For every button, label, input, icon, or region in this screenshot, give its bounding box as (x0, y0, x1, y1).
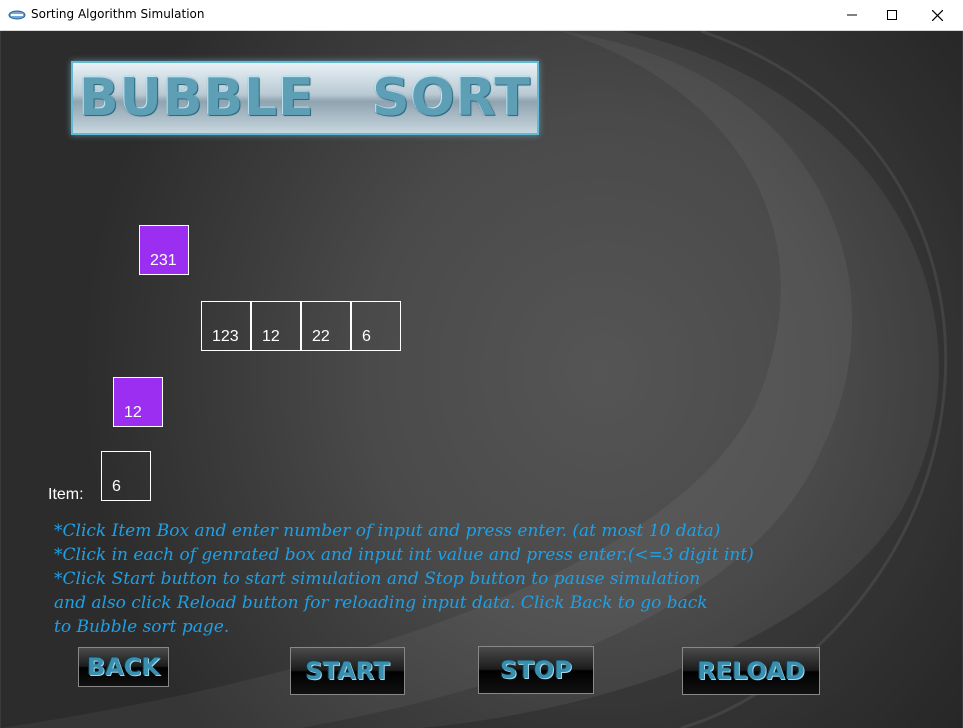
moving-cell-top-value: 231 (150, 252, 177, 269)
back-button[interactable]: BACK (78, 647, 169, 687)
moving-cell-bottom: 12 (113, 377, 163, 427)
instruction-line: *Click in each of genrated box and input… (54, 545, 754, 565)
instructions-text: *Click Item Box and enter number of inpu… (54, 519, 959, 639)
minimize-icon (847, 14, 857, 16)
close-icon (931, 9, 943, 21)
instruction-line: and also click Reload button for reloadi… (54, 593, 708, 613)
banner-title: BUBBLE SORT (79, 68, 531, 128)
array-cell[interactable]: 22 (301, 301, 351, 351)
item-count-value: 6 (112, 478, 121, 495)
item-label: Item: (48, 486, 84, 503)
window-title: Sorting Algorithm Simulation (31, 7, 205, 21)
app-icon (8, 10, 26, 20)
client-area: BUBBLE SORT 231 123 12 22 6 12 Item: 6 *… (1, 31, 962, 728)
array-cell[interactable]: 12 (251, 301, 301, 351)
moving-cell-top: 231 (139, 225, 189, 275)
array-cell-value: 12 (262, 328, 280, 345)
array-cell[interactable]: 6 (351, 301, 401, 351)
maximize-icon (887, 10, 897, 20)
stop-button[interactable]: STOP (478, 646, 594, 694)
instruction-line: to Bubble sort page. (54, 617, 230, 637)
array-cell[interactable]: 123 (201, 301, 251, 351)
instruction-line: *Click Start button to start simulation … (54, 569, 701, 589)
reload-button[interactable]: RELOAD (682, 647, 820, 695)
moving-cell-bottom-value: 12 (124, 404, 142, 421)
start-button[interactable]: START (290, 647, 405, 695)
item-count-input[interactable]: 6 (101, 451, 151, 501)
instruction-line: *Click Item Box and enter number of inpu… (54, 521, 721, 541)
window-title-bar: Sorting Algorithm Simulation (0, 0, 963, 31)
bubble-sort-banner: BUBBLE SORT (71, 61, 539, 135)
array-cell-value: 123 (212, 328, 239, 345)
close-button[interactable] (914, 0, 960, 30)
array-cell-value: 6 (362, 328, 371, 345)
array-cell-value: 22 (312, 328, 330, 345)
maximize-button[interactable] (869, 0, 915, 30)
